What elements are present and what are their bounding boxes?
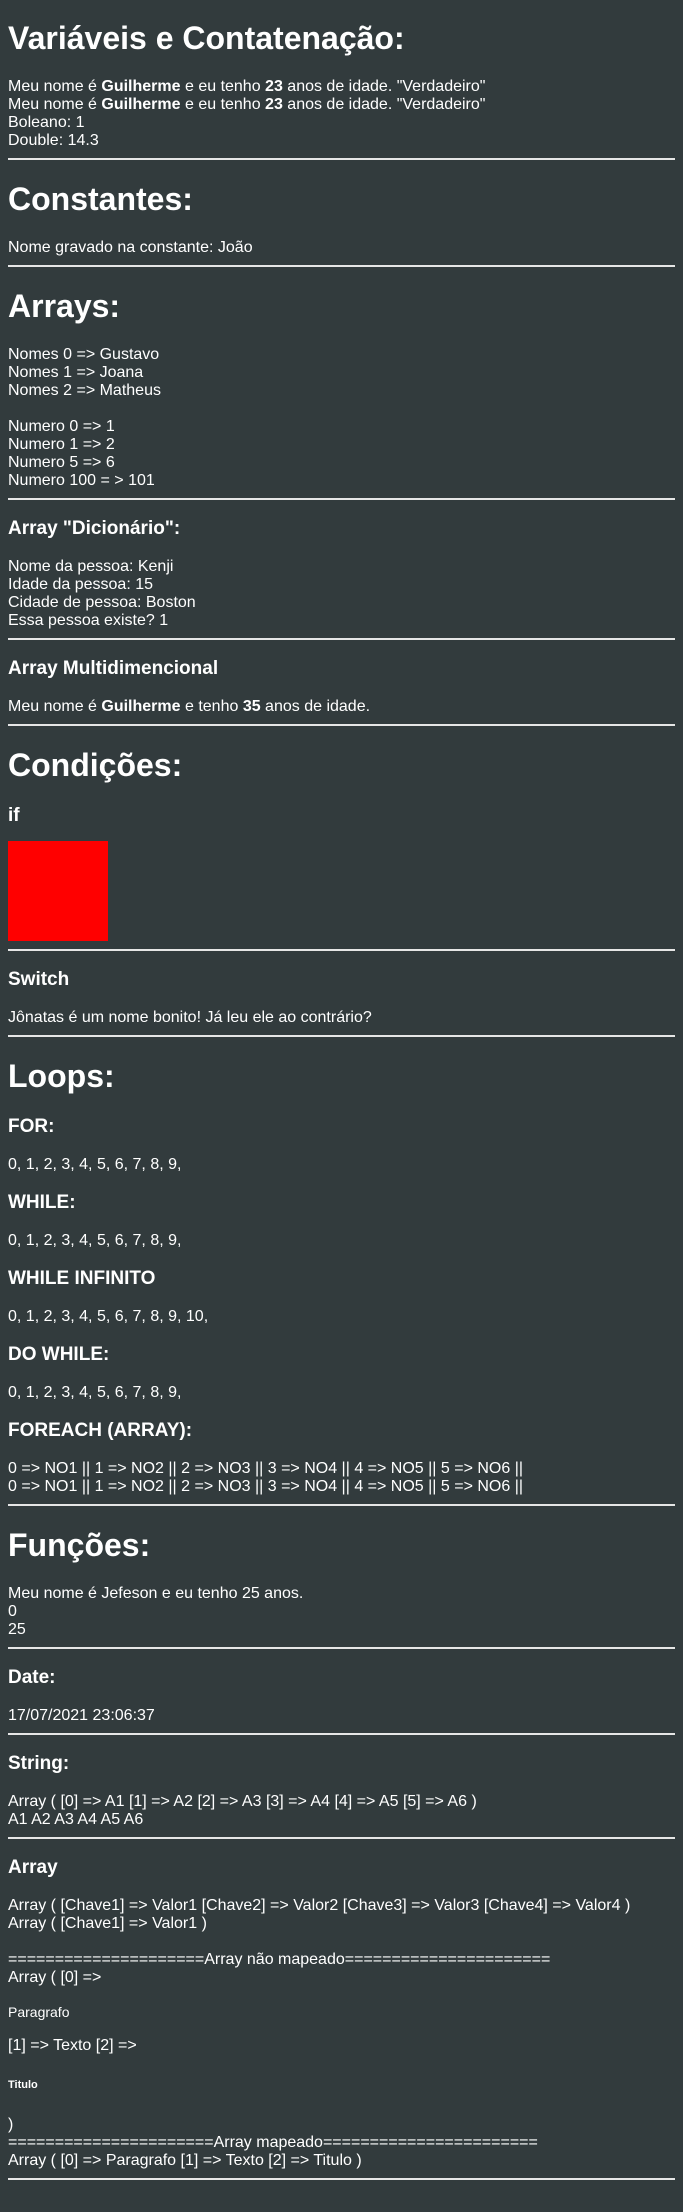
- string-output: A1 A2 A3 A4 A5 A6: [8, 1811, 144, 1828]
- list-item: Nomes 0 => Gustavo: [8, 346, 160, 363]
- divider: [8, 1733, 675, 1735]
- paragraph-element: Paragrafo: [8, 2004, 70, 2020]
- list-item: Numero 5 => 6: [8, 454, 115, 471]
- name-bold: Guilherme: [101, 96, 181, 113]
- functions-output: Meu nome é Jefeson e eu tenho 25 anos.: [8, 1585, 304, 1602]
- divider: [8, 1035, 675, 1037]
- functions-output: 25: [8, 1621, 26, 1638]
- text: Meu nome é: [8, 698, 102, 715]
- multidimensional-line: Meu nome é Guilherme e tenho 35 anos de …: [8, 698, 675, 716]
- text: Meu nome é: [8, 96, 102, 113]
- divider: [8, 2178, 675, 2180]
- constant-line: Nome gravado na constante: João: [8, 239, 253, 256]
- subsection-title-string: String:: [8, 1753, 70, 1774]
- double-line: Double: 14.3: [8, 132, 99, 149]
- unmapped-array-close: ): [8, 2116, 14, 2133]
- list-item: Essa pessoa existe? 1: [8, 612, 169, 629]
- section-title-loops: Loops:: [8, 1058, 115, 1094]
- age-bold: 35: [242, 698, 261, 715]
- unmapped-array-open: Array ( [0] =>: [8, 1969, 102, 1986]
- list-item: Nomes 2 => Matheus: [8, 382, 161, 399]
- text: e eu tenho: [180, 78, 266, 95]
- list-item: Numero 1 => 2: [8, 436, 115, 453]
- switch-line: Jônatas é um nome bonito! Já leu ele ao …: [8, 1009, 372, 1026]
- if-result-box: [8, 841, 108, 941]
- subsection-title-while: WHILE:: [8, 1192, 76, 1213]
- text: e tenho: [180, 698, 243, 715]
- unmapped-separator: =====================Array não mapeado==…: [8, 1951, 551, 1968]
- list-item: Nomes 1 => Joana: [8, 364, 144, 381]
- text: anos de idade.: [260, 698, 371, 715]
- section-title-functions: Funções:: [8, 1527, 151, 1563]
- mapped-separator: ======================Array mapeado=====…: [8, 2134, 538, 2151]
- array-output: Array ( [Chave1] => Valor1 ): [8, 1915, 207, 1932]
- list-item: Idade da pessoa: 15: [8, 576, 154, 593]
- divider: [8, 1837, 675, 1839]
- age-bold: 23: [265, 96, 283, 113]
- text: e eu tenho: [180, 96, 266, 113]
- variables-output: Meu nome é Guilherme e eu tenho 23 anos …: [8, 78, 675, 150]
- section-title-arrays: Arrays:: [8, 288, 121, 324]
- divider: [8, 1647, 675, 1649]
- subsection-title-do-while: DO WHILE:: [8, 1344, 110, 1365]
- subsection-title-date: Date:: [8, 1667, 56, 1688]
- divider: [8, 265, 675, 267]
- while-infinite-output: 0, 1, 2, 3, 4, 5, 6, 7, 8, 9, 10,: [8, 1308, 209, 1325]
- names-list: Nomes 0 => Gustavo Nomes 1 => Joana Nome…: [8, 346, 675, 400]
- functions-output: 0: [8, 1603, 17, 1620]
- section-title-multidimensional: Array Multidimencional: [8, 658, 219, 679]
- date-output: 17/07/2021 23:06:37: [8, 1707, 155, 1724]
- divider: [8, 724, 675, 726]
- string-output: Array ( [0] => A1 [1] => A2 [2] => A3 [3…: [8, 1793, 477, 1810]
- subsection-title-array: Array: [8, 1857, 58, 1878]
- divider: [8, 498, 675, 500]
- titulo-heading: Titulo: [8, 2079, 38, 2091]
- name-bold: Guilherme: [101, 78, 181, 95]
- list-item: Numero 100 = > 101: [8, 472, 155, 489]
- age-bold: 23: [265, 78, 283, 95]
- subsection-title-switch: Switch: [8, 969, 70, 990]
- foreach-output: 0 => NO1 || 1 => NO2 || 2 => NO3 || 3 =>…: [8, 1460, 524, 1477]
- text: anos de idade. "Verdadeiro": [282, 78, 486, 95]
- page-content: Variáveis e Contatenação: Meu nome é Gui…: [0, 20, 683, 2180]
- subsection-title-foreach: FOREACH (ARRAY):: [8, 1420, 193, 1441]
- subsection-title-while-infinite: WHILE INFINITO: [8, 1268, 156, 1289]
- list-item: Numero 0 => 1: [8, 418, 115, 435]
- divider: [8, 949, 675, 951]
- variables-line-2: Meu nome é Guilherme e eu tenho 23 anos …: [8, 96, 675, 114]
- divider: [8, 158, 675, 160]
- section-title-dictionary: Array "Dicionário":: [8, 518, 181, 539]
- for-output: 0, 1, 2, 3, 4, 5, 6, 7, 8, 9,: [8, 1156, 182, 1173]
- array-output: Array ( [Chave1] => Valor1 [Chave2] => V…: [8, 1897, 631, 1914]
- section-title-variables: Variáveis e Contatenação:: [8, 20, 405, 56]
- section-title-conditions: Condições:: [8, 747, 183, 783]
- do-while-output: 0, 1, 2, 3, 4, 5, 6, 7, 8, 9,: [8, 1384, 182, 1401]
- text: anos de idade. "Verdadeiro": [282, 96, 486, 113]
- list-item: Nome da pessoa: Kenji: [8, 558, 174, 575]
- subsection-title-for: FOR:: [8, 1116, 55, 1137]
- divider: [8, 1504, 675, 1506]
- name-bold: Guilherme: [101, 698, 181, 715]
- variables-line-1: Meu nome é Guilherme e eu tenho 23 anos …: [8, 78, 675, 96]
- list-item: Cidade de pessoa: Boston: [8, 594, 196, 611]
- while-output: 0, 1, 2, 3, 4, 5, 6, 7, 8, 9,: [8, 1232, 182, 1249]
- mapped-array-line: Array ( [0] => Paragrafo [1] => Texto [2…: [8, 2152, 362, 2169]
- divider: [8, 638, 675, 640]
- text: Meu nome é: [8, 78, 102, 95]
- section-title-constants: Constantes:: [8, 181, 193, 217]
- foreach-output: 0 => NO1 || 1 => NO2 || 2 => NO3 || 3 =>…: [8, 1478, 524, 1495]
- dictionary-output: Nome da pessoa: Kenji Idade da pessoa: 1…: [8, 558, 675, 630]
- subsection-title-if: if: [8, 805, 20, 826]
- boolean-line: Boleano: 1: [8, 114, 85, 131]
- numbers-list: Numero 0 => 1 Numero 1 => 2 Numero 5 => …: [8, 418, 675, 490]
- texto-line: [1] => Texto [2] =>: [8, 2037, 137, 2054]
